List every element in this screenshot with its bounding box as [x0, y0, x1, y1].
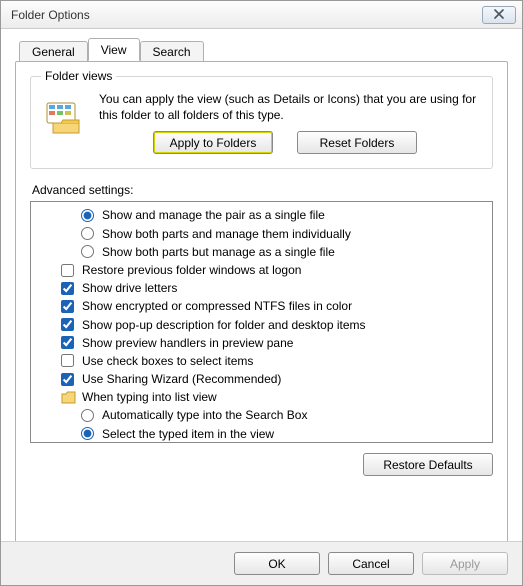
folder-views-legend: Folder views: [41, 69, 116, 83]
advanced-item-label: Automatically type into the Search Box: [102, 407, 307, 423]
advanced-item-label: Restore previous folder windows at logon: [82, 262, 301, 278]
folder-options-dialog: Folder Options General View Search Folde…: [0, 0, 523, 586]
titlebar: Folder Options: [1, 1, 522, 29]
advanced-item-label: When typing into list view: [82, 389, 217, 405]
close-button[interactable]: [482, 6, 516, 24]
advanced-item-label: Show both parts but manage as a single f…: [102, 244, 335, 260]
folder-views-text: You can apply the view (such as Details …: [99, 91, 480, 123]
advanced-item-label: Show pop-up description for folder and d…: [82, 317, 366, 333]
advanced-item[interactable]: Show both parts but manage as a single f…: [33, 243, 490, 261]
tab-view[interactable]: View: [88, 38, 140, 61]
checkbox[interactable]: [61, 336, 74, 349]
advanced-item[interactable]: Show encrypted or compressed NTFS files …: [33, 297, 490, 315]
advanced-item[interactable]: Show both parts and manage them individu…: [33, 225, 490, 243]
checkbox[interactable]: [61, 318, 74, 331]
advanced-item-label: Show encrypted or compressed NTFS files …: [82, 298, 352, 314]
restore-defaults-button[interactable]: Restore Defaults: [363, 453, 493, 476]
checkbox[interactable]: [61, 354, 74, 367]
advanced-item-label: Use Sharing Wizard (Recommended): [82, 371, 281, 387]
close-icon: [493, 8, 505, 22]
reset-folders-button[interactable]: Reset Folders: [297, 131, 417, 154]
cancel-button[interactable]: Cancel: [328, 552, 414, 575]
advanced-settings-list[interactable]: Show and manage the pair as a single fil…: [30, 201, 493, 443]
tab-strip: General View Search: [19, 37, 508, 61]
folder-views-icon: [43, 93, 87, 137]
tab-general[interactable]: General: [19, 41, 88, 62]
checkbox[interactable]: [61, 282, 74, 295]
advanced-item-label: Show drive letters: [82, 280, 177, 296]
advanced-item-label: Show preview handlers in preview pane: [82, 335, 293, 351]
radio[interactable]: [81, 409, 94, 422]
advanced-item[interactable]: Show pop-up description for folder and d…: [33, 316, 490, 334]
dialog-button-bar: OK Cancel Apply: [1, 541, 522, 585]
tab-pane-view: Folder views You can apply the view (suc…: [15, 61, 508, 549]
advanced-settings-label: Advanced settings:: [32, 183, 493, 197]
checkbox[interactable]: [61, 373, 74, 386]
advanced-item[interactable]: When typing into list view: [33, 388, 490, 406]
ok-button[interactable]: OK: [234, 552, 320, 575]
advanced-item[interactable]: Use Sharing Wizard (Recommended): [33, 370, 490, 388]
radio[interactable]: [81, 427, 94, 440]
advanced-item[interactable]: Show and manage the pair as a single fil…: [33, 206, 490, 224]
advanced-item-label: Select the typed item in the view: [102, 426, 274, 442]
apply-to-folders-button[interactable]: Apply to Folders: [153, 131, 273, 154]
apply-button[interactable]: Apply: [422, 552, 508, 575]
advanced-item-label: Show both parts and manage them individu…: [102, 226, 351, 242]
advanced-item[interactable]: Automatically type into the Search Box: [33, 406, 490, 424]
advanced-item-label: Show and manage the pair as a single fil…: [102, 207, 325, 223]
advanced-item[interactable]: Select the typed item in the view: [33, 425, 490, 443]
dialog-body: General View Search Folder views: [1, 29, 522, 563]
advanced-item-label: Use check boxes to select items: [82, 353, 253, 369]
advanced-item[interactable]: Restore previous folder windows at logon: [33, 261, 490, 279]
advanced-item[interactable]: Use check boxes to select items: [33, 352, 490, 370]
advanced-item[interactable]: Show drive letters: [33, 279, 490, 297]
advanced-item[interactable]: Show preview handlers in preview pane: [33, 334, 490, 352]
radio[interactable]: [81, 227, 94, 240]
checkbox[interactable]: [61, 300, 74, 313]
radio[interactable]: [81, 245, 94, 258]
tab-search[interactable]: Search: [140, 41, 204, 62]
window-title: Folder Options: [11, 8, 90, 22]
radio[interactable]: [81, 209, 94, 222]
folder-views-group: Folder views You can apply the view (suc…: [30, 76, 493, 169]
folder-icon: [61, 391, 76, 404]
checkbox[interactable]: [61, 264, 74, 277]
